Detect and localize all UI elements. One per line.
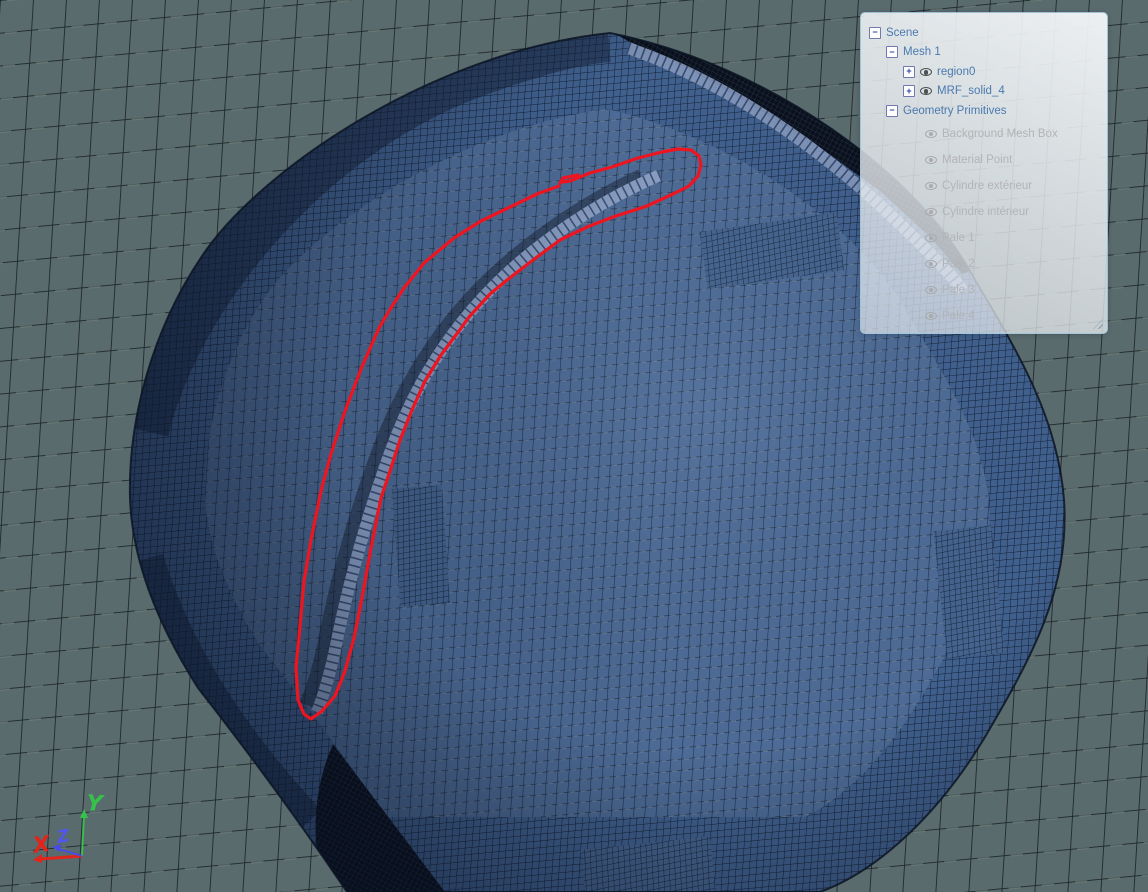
tree-item-pale-4[interactable]: Pale 4 <box>861 303 1107 329</box>
visibility-eye-icon[interactable] <box>925 129 937 139</box>
tree-item-label[interactable]: Cylindre extérieur <box>942 180 1032 192</box>
scene-tree-panel[interactable]: − Scene − Mesh 1 + region0 + MRF_solid_4− Geomet… <box>860 12 1108 334</box>
tree-item-label[interactable]: Mesh 1 <box>903 46 941 58</box>
visibility-eye-icon[interactable] <box>925 259 937 269</box>
tree-item-label[interactable]: Background Mesh Box <box>942 128 1058 140</box>
tree-item-label[interactable]: Pale 2 <box>942 258 975 270</box>
visibility-eye-icon[interactable] <box>925 155 937 165</box>
tree-item-pale-2[interactable]: Pale 2 <box>861 251 1107 277</box>
visibility-eye-icon[interactable] <box>920 86 932 96</box>
expand-icon[interactable]: + <box>903 65 915 78</box>
visibility-eye-icon[interactable] <box>925 181 937 191</box>
tree-item-label[interactable]: Scene <box>886 27 919 39</box>
tree-item-background-mesh-box[interactable]: Background Mesh Box <box>861 121 1107 147</box>
application-window: X Y Z − Scene − Mesh 1 + region0 + MRF_solid_4−… <box>0 0 1148 892</box>
tree-item-label[interactable]: Geometry Primitives <box>903 105 1007 117</box>
visibility-eye-icon[interactable] <box>920 67 932 77</box>
visibility-eye-icon[interactable] <box>925 285 937 295</box>
visibility-eye-icon[interactable] <box>925 311 937 321</box>
tree-item-pale-1[interactable]: Pale 1 <box>861 225 1107 251</box>
collapse-icon[interactable]: − <box>886 46 898 59</box>
tree-item-region0[interactable]: + region0 <box>861 62 1107 82</box>
visibility-eye-icon[interactable] <box>925 207 937 217</box>
tree-item-pale-3[interactable]: Pale 3 <box>861 277 1107 303</box>
tree-item-label[interactable]: MRF_solid_4 <box>937 85 1005 97</box>
tree-item-label[interactable]: Pale 4 <box>942 310 975 322</box>
tree-item-label[interactable]: Pale 1 <box>942 232 975 244</box>
tree-item-label[interactable]: Cylindre intérieur <box>942 206 1029 218</box>
tree-item-geometry-primitives[interactable]: − Geometry Primitives <box>861 101 1107 121</box>
tree-item-cylindre-int-rieur[interactable]: Cylindre intérieur <box>861 199 1107 225</box>
tree-item-cylindre-ext-rieur[interactable]: Cylindre extérieur <box>861 173 1107 199</box>
tree-item-label[interactable]: Material Point <box>942 154 1012 166</box>
tree-item-material-point[interactable]: Material Point <box>861 147 1107 173</box>
expand-icon[interactable]: + <box>903 85 915 98</box>
tree-item-scene[interactable]: − Scene <box>861 23 1107 43</box>
visibility-eye-icon[interactable] <box>925 233 937 243</box>
tree-item-label[interactable]: region0 <box>937 66 975 78</box>
tree-item-mesh-1[interactable]: − Mesh 1 <box>861 43 1107 63</box>
scene-tree: − Scene − Mesh 1 + region0 + MRF_solid_4− Geomet… <box>861 23 1107 329</box>
tree-item-mrf-solid-4[interactable]: + MRF_solid_4 <box>861 82 1107 102</box>
tree-item-label[interactable]: Pale 3 <box>942 284 975 296</box>
collapse-icon[interactable]: − <box>886 104 898 117</box>
collapse-icon[interactable]: − <box>869 26 881 39</box>
